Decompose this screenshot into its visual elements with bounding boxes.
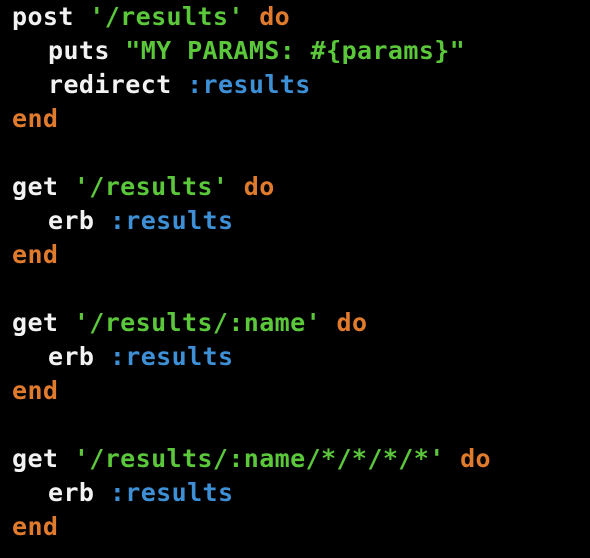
code-token-keyword: do	[460, 444, 492, 473]
code-token-symbol: :results	[109, 342, 234, 371]
code-line[interactable]: post '/results' do	[12, 0, 590, 34]
code-token-string: '/results/:name/*/*/*/*'	[73, 444, 445, 473]
code-line[interactable]	[12, 136, 590, 170]
code-token-plain: redirect	[48, 70, 172, 99]
code-token-keyword: do	[243, 172, 275, 201]
code-token-plain: erb	[48, 342, 95, 371]
code-line[interactable]: get '/results/:name' do	[12, 306, 590, 340]
code-token-keyword: do	[336, 308, 368, 337]
code-token-plain: get	[12, 308, 59, 337]
code-token-string: '/results'	[89, 2, 244, 31]
code-token-string: '/results/:name'	[73, 308, 322, 337]
code-line[interactable]: erb :results	[12, 340, 590, 374]
code-token-keyword: end	[12, 104, 59, 133]
code-line[interactable]: end	[12, 102, 590, 136]
code-line[interactable]: end	[12, 510, 590, 544]
code-line[interactable]: redirect :results	[12, 68, 590, 102]
code-token-plain: get	[12, 172, 59, 201]
code-lines: post '/results' do puts "MY PARAMS: #{par…	[12, 0, 590, 544]
code-token-symbol: :results	[109, 206, 234, 235]
code-token-plain: post	[12, 2, 74, 31]
code-token-keyword: do	[259, 2, 291, 31]
code-token-string: "MY PARAMS: #{params}"	[125, 36, 466, 65]
code-token-plain: get	[12, 444, 59, 473]
code-token-plain: puts	[48, 36, 110, 65]
code-line[interactable]: end	[12, 238, 590, 272]
code-token-keyword: end	[12, 512, 59, 541]
code-line[interactable]: end	[12, 374, 590, 408]
code-token-string: '/results'	[73, 172, 229, 201]
code-line[interactable]: erb :results	[12, 476, 590, 510]
code-token-plain: erb	[48, 206, 95, 235]
code-editor[interactable]: post '/results' do puts "MY PARAMS: #{par…	[12, 0, 590, 558]
code-token-symbol: :results	[187, 70, 311, 99]
code-line[interactable]: erb :results	[12, 204, 590, 238]
code-line[interactable]	[12, 408, 590, 442]
code-line[interactable]	[12, 272, 590, 306]
code-token-symbol: :results	[109, 478, 234, 507]
code-line[interactable]: get '/results' do	[12, 170, 590, 204]
code-token-keyword: end	[12, 376, 59, 405]
code-token-keyword: end	[12, 240, 59, 269]
code-token-plain: erb	[48, 478, 95, 507]
code-line[interactable]: get '/results/:name/*/*/*/*' do	[12, 442, 590, 476]
code-line[interactable]: puts "MY PARAMS: #{params}"	[12, 34, 590, 68]
